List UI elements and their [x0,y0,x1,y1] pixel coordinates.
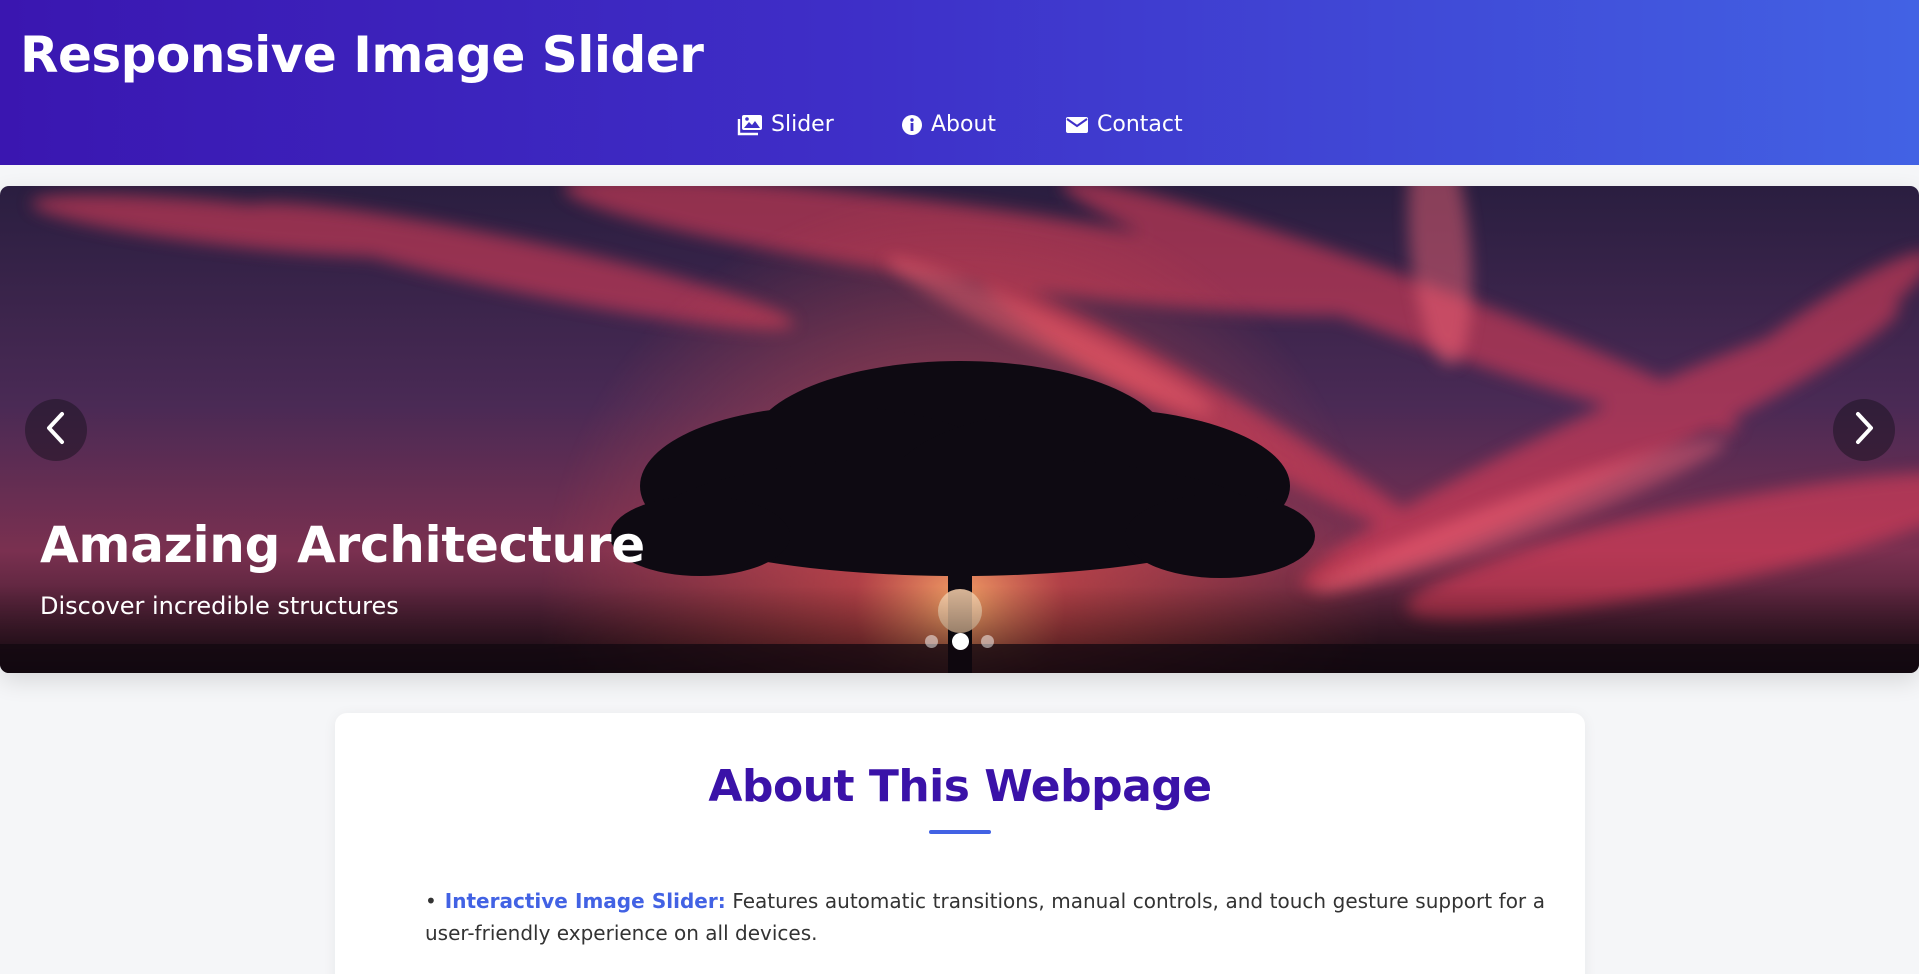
nav-item-about[interactable]: About [901,112,996,137]
about-title: About This Webpage [708,761,1212,812]
page: Responsive Image Slider Slider About Con… [0,0,1919,974]
envelope-icon [1065,116,1089,134]
feature-item: • Interactive Image Slider: Features auto… [425,885,1545,949]
slider-dot-2[interactable] [952,633,969,650]
slider-dot-3[interactable] [981,635,994,648]
images-icon [737,114,763,136]
info-circle-icon [901,114,923,136]
about-title-underline [929,830,991,834]
slider-dot-1[interactable] [925,635,938,648]
nav-item-contact-label: Contact [1097,112,1183,137]
slide-title: Amazing Architecture [40,516,645,574]
nav-item-slider-label: Slider [771,112,834,137]
site-title: Responsive Image Slider [20,26,704,84]
main-nav: Slider About Contact [0,112,1919,146]
feature-label: Interactive Image Slider: [444,889,726,913]
slide-caption: Amazing Architecture Discover incredible… [40,516,645,620]
slide-subtitle: Discover incredible structures [40,592,399,620]
image-slider[interactable]: Amazing Architecture Discover incredible… [0,186,1919,673]
nav-item-contact[interactable]: Contact [1065,112,1183,137]
site-header: Responsive Image Slider Slider About Con… [0,0,1919,165]
nav-item-slider[interactable]: Slider [737,112,834,137]
slider-next-button[interactable] [1833,399,1895,461]
slider-dots [0,631,1919,651]
bullet-icon: • [425,889,437,913]
about-section: About This Webpage • Interactive Image Sl… [335,713,1585,974]
chevron-left-icon [44,411,68,449]
chevron-right-icon [1852,411,1876,449]
slider-prev-button[interactable] [25,399,87,461]
nav-item-about-label: About [931,112,997,137]
